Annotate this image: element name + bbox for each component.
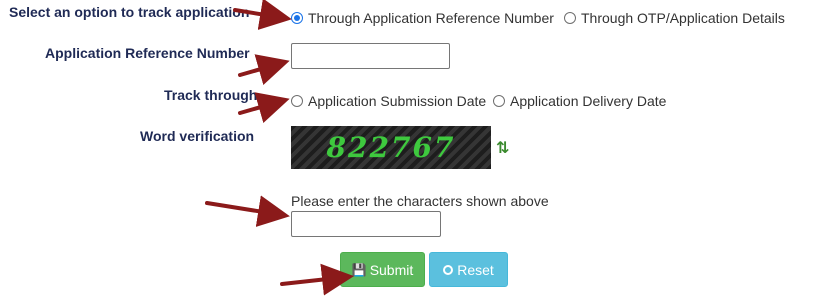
- red-arrow-icon: [280, 263, 354, 296]
- red-arrow-icon: [233, 0, 292, 30]
- red-arrow-icon: [238, 54, 290, 85]
- red-arrow-icon: [205, 195, 290, 228]
- red-arrow-icon: [238, 92, 290, 123]
- annotation-arrows: [205, 0, 354, 296]
